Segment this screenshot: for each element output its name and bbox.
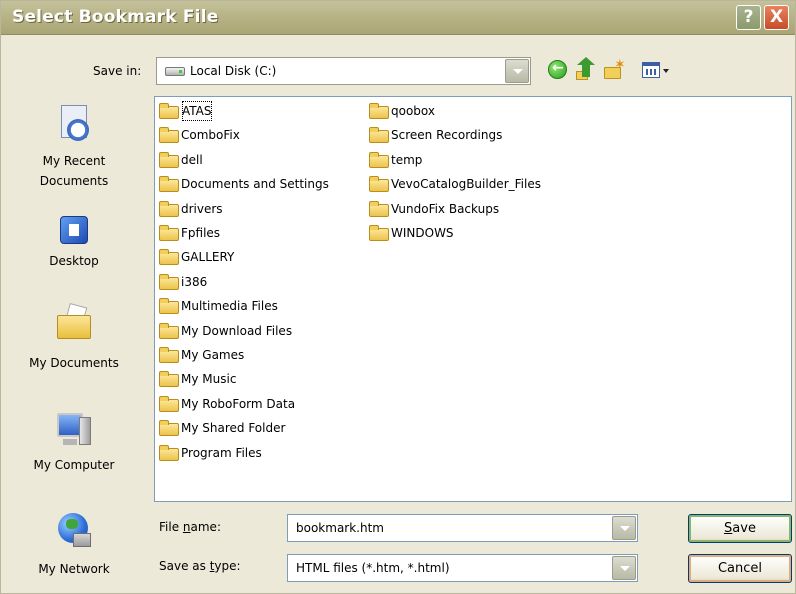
folder-name: GALLERY — [181, 250, 235, 265]
up-folder-icon[interactable] — [576, 57, 598, 81]
folder-name: VevoCatalogBuilder_Files — [391, 177, 541, 192]
file-list[interactable]: ATAS ComboFix dell Documents and Settings dr… — [154, 96, 792, 502]
place-my-computer[interactable]: My Computer — [9, 411, 139, 475]
chevron-down-icon[interactable] — [505, 59, 529, 83]
close-icon: X — [769, 7, 784, 27]
folder-name: qoobox — [391, 104, 435, 118]
folder-name: My RoboForm Data — [181, 396, 296, 411]
help-icon: ? — [743, 7, 754, 27]
recent-documents-icon — [55, 105, 93, 143]
my-computer-icon — [55, 411, 93, 449]
chevron-down-icon[interactable] — [612, 516, 636, 540]
my-documents-icon — [55, 303, 93, 343]
folder-name: My Download Files — [181, 323, 293, 338]
place-label: My Documents — [29, 356, 119, 370]
folder-name: Multimedia Files — [181, 299, 278, 314]
folder-name: ComboFix — [181, 128, 240, 143]
close-button[interactable]: X — [764, 5, 789, 30]
save-as-type-dropdown[interactable]: HTML files (*.htm, *.html) — [287, 554, 638, 582]
folder-icon — [159, 249, 179, 266]
save-as-type-label: Save as type: — [159, 559, 241, 573]
place-my-recent-documents[interactable]: My Recent Documents — [9, 105, 139, 195]
folder-icon — [159, 347, 179, 363]
select-bookmark-dialog: Select Bookmark File ? X Save in: Local … — [0, 0, 796, 594]
folder-icon — [159, 225, 179, 241]
save-in-dropdown[interactable]: Local Disk (C:) — [156, 57, 531, 85]
folder-icon — [369, 103, 389, 119]
folder-name: Program Files — [181, 445, 262, 460]
views-menu-icon[interactable] — [641, 59, 671, 81]
folder-icon — [369, 176, 389, 193]
cancel-button[interactable]: Cancel — [688, 554, 792, 583]
back-icon[interactable] — [547, 59, 569, 81]
file-name-input[interactable]: bookmark.htm — [287, 514, 638, 542]
save-in-value: Local Disk (C:) — [190, 64, 277, 78]
folder-icon — [369, 127, 389, 144]
folder-name: i386 — [181, 274, 208, 289]
folder-name: My Music — [181, 372, 237, 387]
place-my-network[interactable]: My Network — [9, 511, 139, 581]
save-as-type-value: HTML files (*.htm, *.html) — [296, 561, 450, 575]
help-button[interactable]: ? — [736, 5, 761, 30]
folder-name: drivers — [181, 201, 223, 216]
save-button[interactable]: Save — [688, 514, 792, 543]
folder-icon — [159, 298, 179, 315]
folder-name: dell — [181, 152, 203, 167]
place-desktop[interactable]: Desktop — [9, 213, 139, 275]
folder-icon — [159, 103, 179, 119]
folder-icon — [159, 176, 179, 193]
folder-name: ATAS — [181, 100, 213, 122]
folder-name: temp — [391, 152, 423, 167]
places-bar: My Recent Documents Desktop My Documents… — [9, 93, 139, 588]
place-label: Desktop — [49, 254, 99, 268]
folder-icon — [159, 322, 179, 339]
desktop-icon — [55, 213, 93, 251]
folder-name: WINDOWS — [391, 226, 454, 240]
save-in-label: Save in: — [93, 64, 142, 78]
place-label: My Computer — [33, 458, 115, 472]
folder-icon — [159, 127, 179, 144]
folder-icon — [159, 371, 179, 388]
folder-name: VundoFix Backups — [391, 201, 500, 216]
hard-drive-icon — [165, 67, 185, 76]
folder-name: Screen Recordings — [391, 128, 503, 143]
folder-icon — [159, 273, 179, 290]
folder-icon — [369, 200, 389, 217]
title-bar[interactable]: Select Bookmark File ? X — [1, 1, 795, 35]
window-title: Select Bookmark File — [12, 7, 219, 27]
folder-icon — [159, 420, 179, 437]
folder-icon — [369, 151, 389, 168]
place-label: My Network — [38, 562, 110, 576]
file-name-value: bookmark.htm — [296, 521, 384, 535]
place-my-documents[interactable]: My Documents — [9, 303, 139, 375]
folder-name: Fpfiles — [181, 226, 221, 240]
folder-icon — [159, 444, 179, 461]
place-label: My Recent Documents — [39, 154, 109, 188]
folder-name: Documents and Settings — [181, 177, 329, 192]
folder-icon — [159, 151, 179, 168]
folder-icon — [159, 395, 179, 412]
folder-icon — [369, 225, 389, 241]
chevron-down-icon[interactable] — [612, 556, 636, 580]
new-folder-icon[interactable]: ✶ — [603, 57, 626, 81]
my-network-icon — [55, 511, 93, 549]
file-name-label: File name: — [159, 520, 221, 534]
folder-name: My Games — [181, 348, 245, 362]
folder-name: My Shared Folder — [181, 421, 286, 436]
folder-icon — [159, 200, 179, 217]
